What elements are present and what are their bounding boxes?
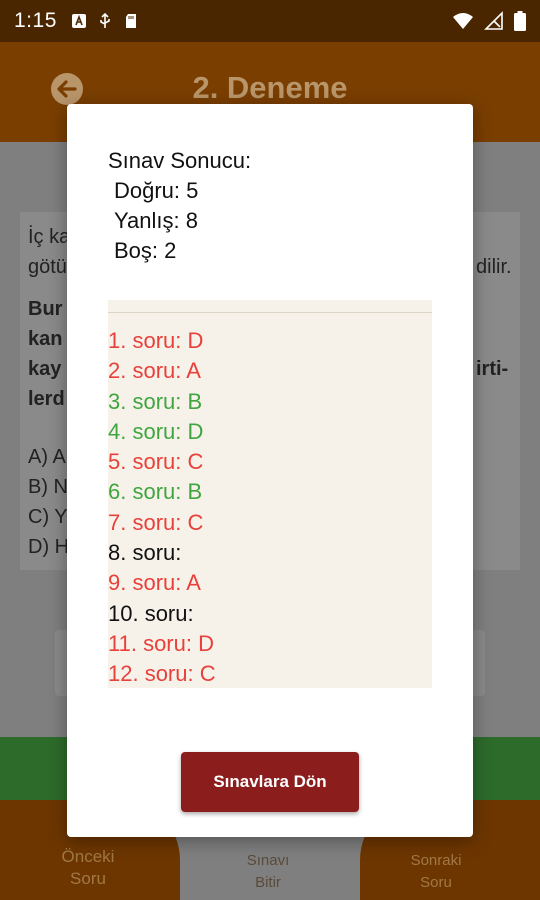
result-item: 8. soru: xyxy=(108,540,182,566)
result-item: 11. soru: D xyxy=(108,630,214,656)
status-icons-right xyxy=(452,11,526,31)
battery-icon xyxy=(514,11,526,31)
wrong-count: Yanlış: 8 xyxy=(114,208,198,233)
option-b[interactable]: B) N xyxy=(28,476,68,499)
wifi-icon xyxy=(453,13,473,29)
option-a[interactable]: A) A xyxy=(28,446,66,469)
prev-label: Önceki Soru xyxy=(61,847,115,888)
correct-count: Doğru: 5 xyxy=(114,178,199,203)
result-item: 12. soru: C xyxy=(108,661,216,687)
question-bold-line: Bur xyxy=(28,298,63,320)
question-text-line: götü xyxy=(28,256,67,278)
results-list-container[interactable]: 1. soru: D 2. soru: A 3. soru: B 4. soru: D… xyxy=(108,300,432,688)
option-d[interactable]: D) H xyxy=(28,536,69,559)
result-item: 6. soru: B xyxy=(108,479,203,505)
finish-exam-button[interactable]: Sınavı Bitir xyxy=(228,850,308,894)
result-summary: Sınav Sonucu: Doğru: 5 Yanlış: 8 Boş: 2 xyxy=(108,146,251,266)
result-item: 5. soru: C xyxy=(108,449,204,475)
result-item: 7. soru: C xyxy=(108,509,204,535)
result-item: 2. soru: A xyxy=(108,358,201,384)
status-bar: 1:15 xyxy=(0,0,540,42)
usb-icon xyxy=(100,13,110,28)
result-dialog: Sınav Sonucu: Doğru: 5 Yanlış: 8 Boş: 2 … xyxy=(67,104,473,837)
return-to-exams-button[interactable]: Sınavlara Dön xyxy=(181,752,359,812)
text-a-icon xyxy=(71,14,86,28)
result-item: 3. soru: B xyxy=(108,388,203,414)
option-c[interactable]: C) Y xyxy=(28,506,68,529)
question-text-line: dilir. xyxy=(476,256,512,278)
result-item: 10. soru: xyxy=(108,600,194,626)
question-bold-line: kay xyxy=(28,358,62,380)
page-title: 2. Deneme xyxy=(192,70,348,105)
question-bold-line: kan xyxy=(28,328,63,350)
divider xyxy=(108,312,432,313)
result-item: 4. soru: D xyxy=(108,418,204,444)
result-item: 1. soru: D xyxy=(108,328,204,353)
question-text-line: İç ka xyxy=(28,226,71,248)
question-bold-line: lerd xyxy=(28,388,65,410)
empty-count: Boş: 2 xyxy=(114,238,177,263)
result-item: 9. soru: A xyxy=(108,570,201,596)
status-icons-left xyxy=(71,13,139,29)
next-label: Sonraki Soru xyxy=(410,852,462,891)
status-time: 1:15 xyxy=(14,9,57,32)
signal-icon xyxy=(484,11,503,30)
results-list: 1. soru: D 2. soru: A 3. soru: B 4. soru: D… xyxy=(108,326,216,688)
question-bold-line: irti- xyxy=(476,358,509,380)
sd-card-icon xyxy=(125,14,136,28)
summary-title: Sınav Sonucu: xyxy=(108,148,252,173)
